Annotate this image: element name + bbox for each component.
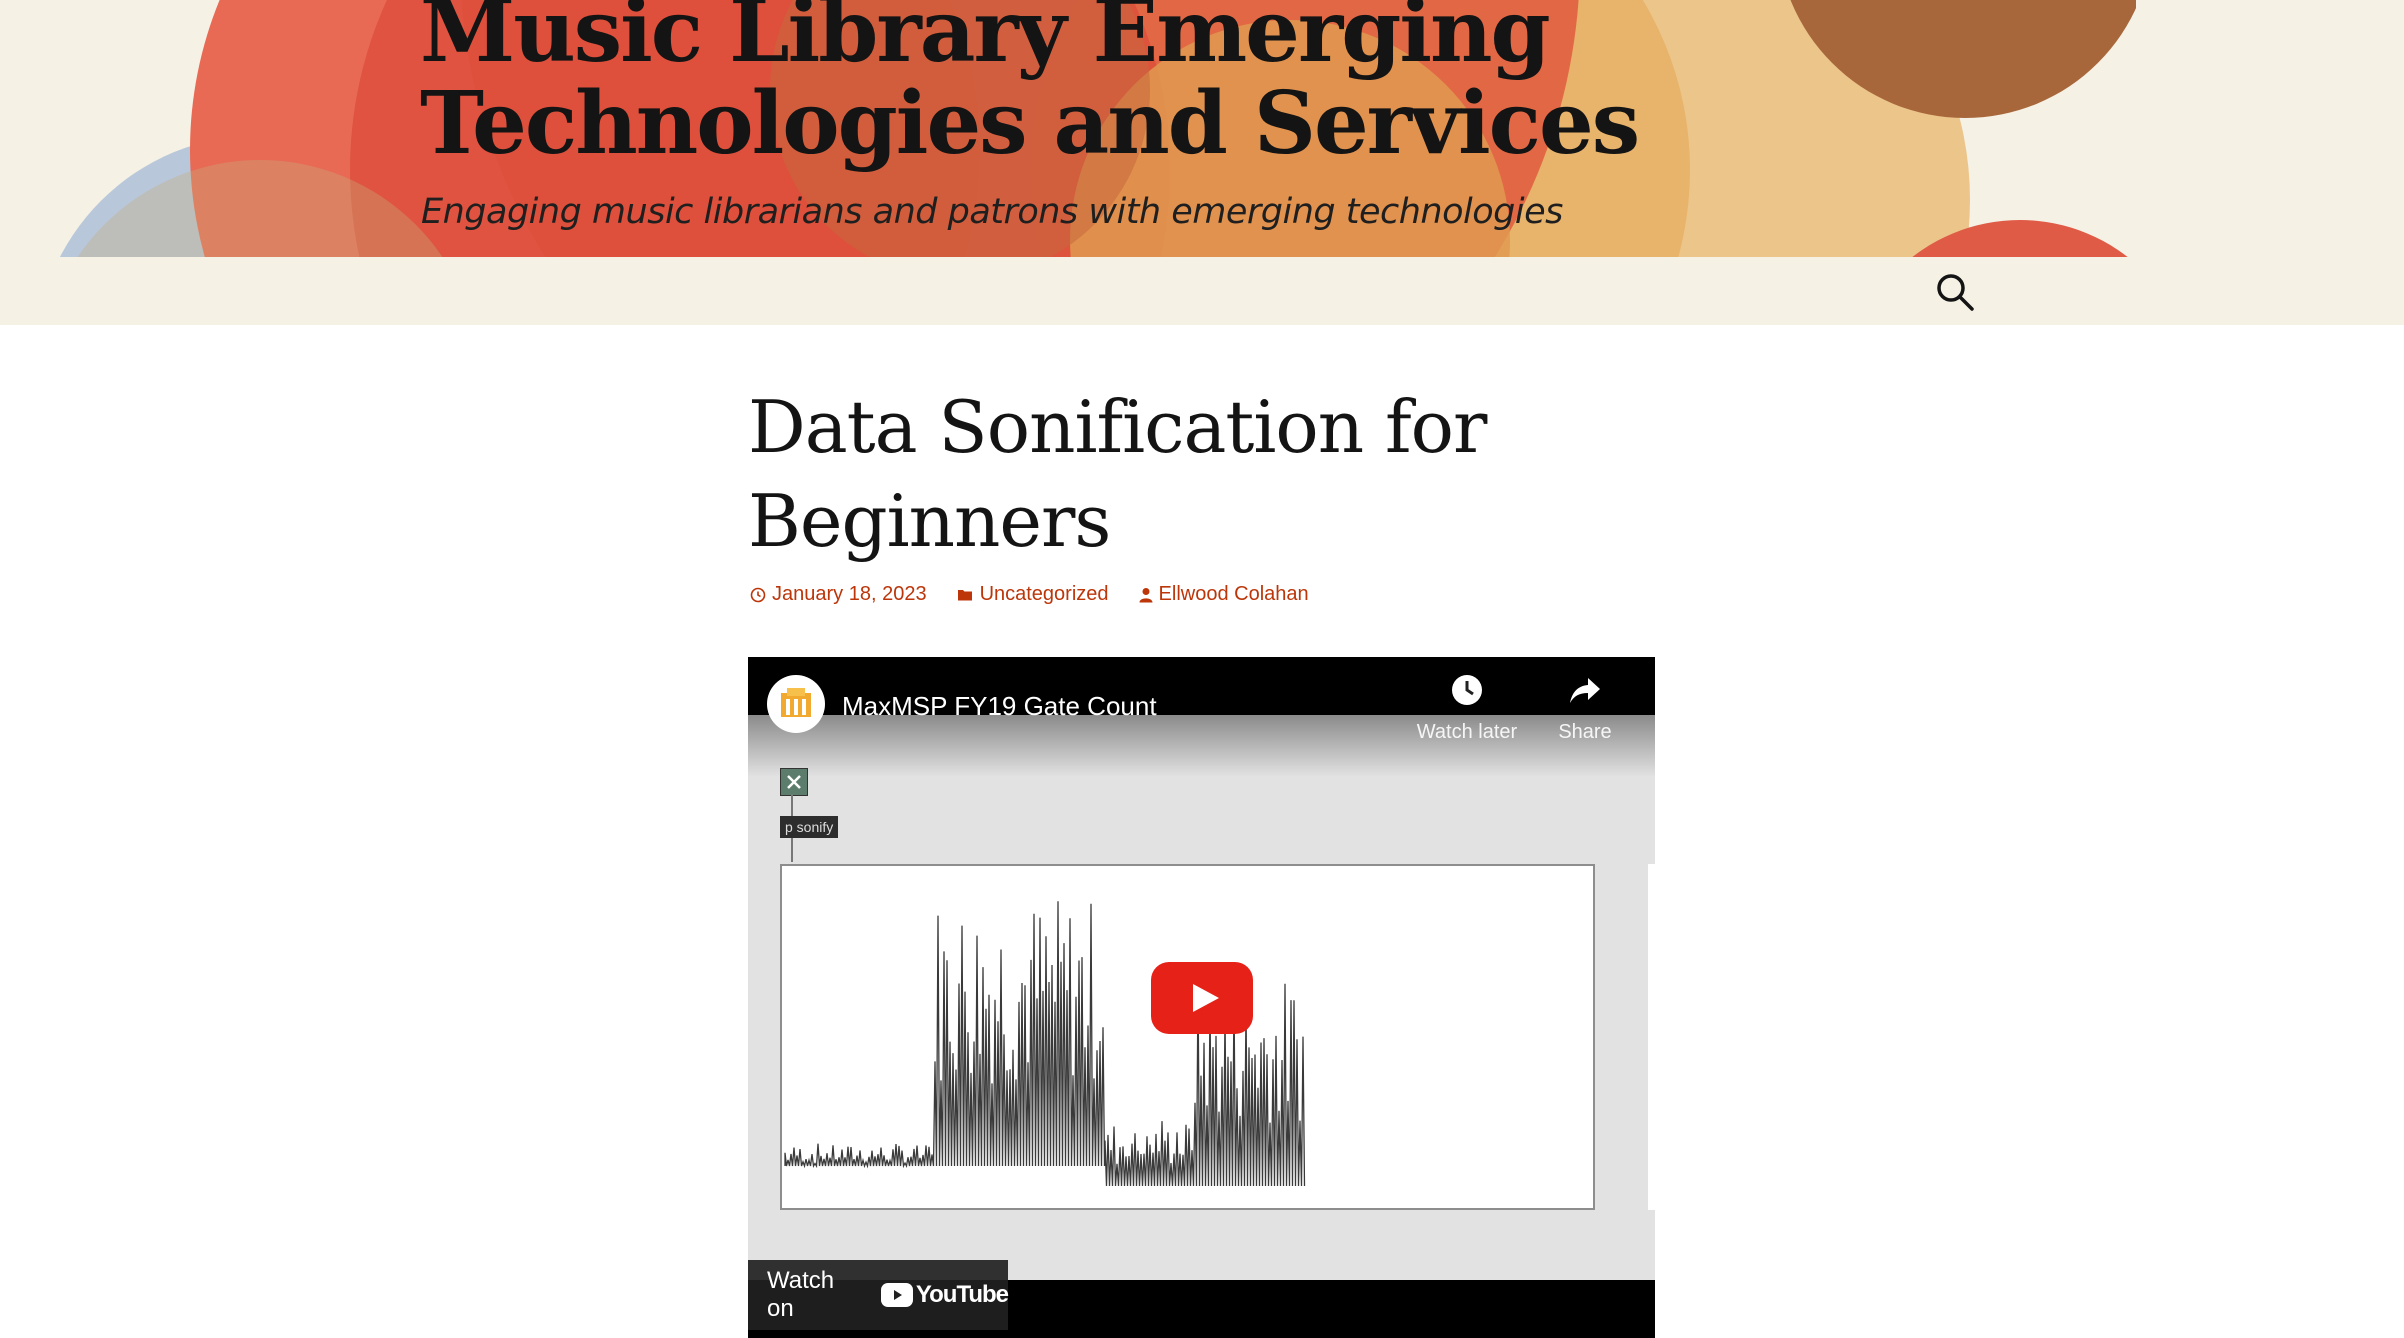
folder-icon <box>957 589 972 600</box>
watch-later-label: Watch later <box>1416 721 1518 743</box>
entry-meta: January 18, 2023 Uncategorized Ellwood C… <box>750 583 1309 606</box>
video-title[interactable]: MaxMSP FY19 Gate Count <box>842 691 1157 722</box>
post-author: Ellwood Colahan <box>1158 583 1309 605</box>
waveform-plot <box>780 864 1595 1210</box>
post-category-link[interactable]: Uncategorized <box>957 583 1109 606</box>
play-icon[interactable] <box>1151 962 1253 1034</box>
waveform <box>784 901 1306 1187</box>
plot-edge <box>1648 864 1655 1210</box>
share-label: Share <box>1558 721 1612 743</box>
video-topbar: MaxMSP FY19 Gate Count Watch later Share <box>748 657 1655 777</box>
post-category: Uncategorized <box>979 583 1109 605</box>
post-date: January 18, 2023 <box>772 583 927 605</box>
share-arrow-icon <box>1570 678 1600 703</box>
entry-title: Data Sonification for Beginners <box>748 385 1487 563</box>
post-author-link[interactable]: Ellwood Colahan <box>1139 583 1309 606</box>
navbar <box>0 257 2404 325</box>
search-icon[interactable] <box>1934 271 1976 313</box>
watch-later-button[interactable]: Watch later <box>1412 673 1522 744</box>
person-icon <box>1139 587 1153 602</box>
waveform-line <box>784 901 1306 1187</box>
youtube-logo-icon: YouTube <box>880 1281 1009 1309</box>
channel-avatar[interactable] <box>767 675 825 733</box>
clock-icon <box>750 587 766 602</box>
watch-on-label: Watch on <box>767 1267 835 1322</box>
share-button[interactable]: Share <box>1530 673 1640 744</box>
watch-on-youtube-button[interactable]: Watch on YouTube <box>748 1260 1009 1330</box>
close-icon <box>780 768 808 796</box>
youtube-wordmark: YouTube <box>915 1281 1009 1308</box>
site-description: Engaging music librarians and patrons wi… <box>421 192 1563 232</box>
clock-icon <box>1452 675 1482 705</box>
patch-object: p sonify <box>780 816 839 838</box>
site-title[interactable]: Music Library Emerging Technologies and … <box>420 0 1720 170</box>
post-date-link[interactable]: January 18, 2023 <box>750 583 927 606</box>
